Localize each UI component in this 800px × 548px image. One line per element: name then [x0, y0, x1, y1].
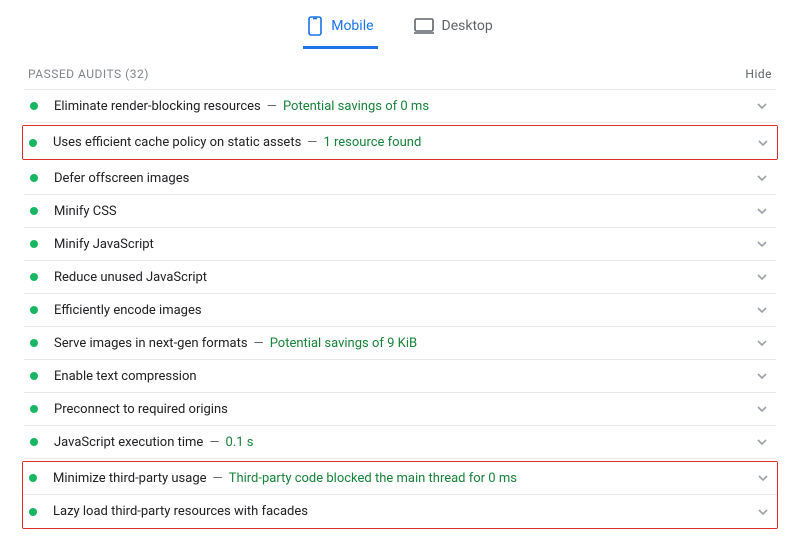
chevron-down-icon: [757, 472, 769, 484]
pass-icon: [30, 174, 38, 182]
chevron-down-icon: [756, 205, 768, 217]
audit-note: Potential savings of 9 KiB: [270, 336, 417, 351]
audit-label: JavaScript execution time: [54, 435, 203, 450]
audit-row[interactable]: JavaScript execution time — 0.1 s: [24, 426, 776, 459]
pass-icon: [30, 438, 38, 446]
section-count: 32: [122, 67, 149, 81]
audit-label: Efficiently encode images: [54, 303, 202, 318]
audit-label: Preconnect to required origins: [54, 402, 228, 417]
chevron-down-icon: [756, 370, 768, 382]
highlight-group: Minimize third-party usage — Third-party…: [22, 461, 778, 529]
pass-icon: [30, 339, 38, 347]
audit-label: Reduce unused JavaScript: [54, 270, 207, 285]
audit-row[interactable]: Minify CSS: [24, 195, 776, 228]
audit-label: Defer offscreen images: [54, 171, 189, 186]
tab-mobile-label: Mobile: [331, 18, 373, 34]
passed-audits-section: PASSED AUDITS32 Hide Eliminate render-bl…: [0, 49, 800, 543]
pass-icon: [30, 372, 38, 380]
audit-row[interactable]: Preconnect to required origins: [24, 393, 776, 426]
section-title-wrap: PASSED AUDITS32: [28, 67, 149, 81]
device-tabbar: Mobile Desktop: [0, 0, 800, 49]
audit-list: Eliminate render-blocking resources — Po…: [24, 89, 776, 529]
section-header: PASSED AUDITS32 Hide: [24, 49, 776, 89]
audit-row[interactable]: Lazy load third-party resources with fac…: [23, 495, 777, 528]
pass-icon: [30, 306, 38, 314]
tab-mobile[interactable]: Mobile: [303, 10, 377, 49]
audit-note: Potential savings of 0 ms: [283, 99, 429, 114]
audit-row[interactable]: Eliminate render-blocking resources — Po…: [24, 90, 776, 123]
pass-icon: [29, 139, 37, 147]
audit-row[interactable]: Minimize third-party usage — Third-party…: [23, 462, 777, 495]
section-title: PASSED AUDITS: [28, 67, 122, 81]
separator: —: [267, 99, 277, 114]
highlight-group: Uses efficient cache policy on static as…: [22, 125, 778, 160]
separator: —: [209, 435, 219, 450]
audit-row[interactable]: Minify JavaScript: [24, 228, 776, 261]
audit-label: Serve images in next-gen formats: [54, 336, 248, 351]
mobile-icon: [307, 16, 323, 36]
audit-note: 1 resource found: [323, 135, 421, 150]
hide-button[interactable]: Hide: [745, 67, 772, 81]
chevron-down-icon: [756, 403, 768, 415]
pass-icon: [30, 240, 38, 248]
desktop-icon: [414, 18, 434, 34]
tab-desktop-label: Desktop: [442, 18, 493, 34]
tab-desktop[interactable]: Desktop: [410, 10, 497, 49]
separator: —: [213, 471, 223, 486]
audit-label: Minify JavaScript: [54, 237, 154, 252]
pass-icon: [29, 474, 37, 482]
separator: —: [307, 135, 317, 150]
pass-icon: [29, 508, 37, 516]
audit-row[interactable]: Uses efficient cache policy on static as…: [23, 126, 777, 159]
audit-label: Uses efficient cache policy on static as…: [53, 135, 301, 150]
pass-icon: [30, 207, 38, 215]
audit-label: Eliminate render-blocking resources: [54, 99, 261, 114]
pass-icon: [30, 102, 38, 110]
chevron-down-icon: [757, 506, 769, 518]
chevron-down-icon: [756, 172, 768, 184]
audit-label: Minify CSS: [54, 204, 117, 219]
chevron-down-icon: [756, 271, 768, 283]
chevron-down-icon: [756, 100, 768, 112]
audit-row[interactable]: Serve images in next-gen formats — Poten…: [24, 327, 776, 360]
audit-label: Lazy load third-party resources with fac…: [53, 504, 308, 519]
audit-note: 0.1 s: [225, 435, 253, 450]
audit-row[interactable]: Efficiently encode images: [24, 294, 776, 327]
audit-row[interactable]: Reduce unused JavaScript: [24, 261, 776, 294]
chevron-down-icon: [756, 238, 768, 250]
audit-row[interactable]: Defer offscreen images: [24, 162, 776, 195]
chevron-down-icon: [756, 304, 768, 316]
chevron-down-icon: [756, 436, 768, 448]
chevron-down-icon: [756, 337, 768, 349]
audit-note: Third-party code blocked the main thread…: [229, 471, 517, 486]
audit-label: Enable text compression: [54, 369, 197, 384]
pass-icon: [30, 273, 38, 281]
audit-row[interactable]: Enable text compression: [24, 360, 776, 393]
audit-label: Minimize third-party usage: [53, 471, 207, 486]
pass-icon: [30, 405, 38, 413]
separator: —: [254, 336, 264, 351]
chevron-down-icon: [757, 137, 769, 149]
